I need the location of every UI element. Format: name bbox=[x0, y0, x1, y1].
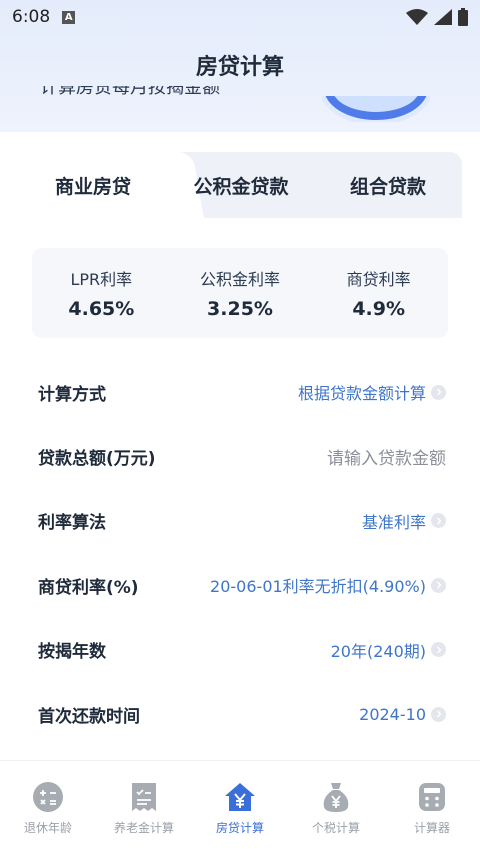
calculator-ops-icon bbox=[31, 781, 65, 813]
banner-illustration bbox=[322, 96, 430, 122]
chevron-right-icon bbox=[431, 384, 446, 400]
rate-lpr: LPR利率 4.65% bbox=[32, 248, 171, 338]
rate-method-value: 基准利率 bbox=[361, 512, 426, 532]
rate-label: 商贷利率 bbox=[346, 270, 411, 289]
nav-label: 养老金计算 bbox=[113, 821, 174, 835]
form-row-rate-method[interactable]: 利率算法 基准利率 bbox=[38, 489, 446, 553]
rates-panel: LPR利率 4.65% 公积金利率 3.25% 商贷利率 4.9% bbox=[32, 248, 448, 338]
form-row-commercial-rate[interactable]: 商贷利率(%) 20-06-01利率无折扣(4.90%) bbox=[38, 553, 446, 617]
tab-provident-fund-loan[interactable]: 公积金贷款 bbox=[168, 152, 314, 218]
page-title: 房贷计算 bbox=[195, 55, 284, 80]
rate-value: 3.25% bbox=[207, 298, 273, 320]
mortgage-years-value: 20年(240期) bbox=[330, 641, 426, 661]
calc-method-value: 根据贷款金额计算 bbox=[297, 384, 426, 404]
rate-value: 4.65% bbox=[68, 298, 135, 320]
house-yen-icon bbox=[223, 781, 257, 813]
signal-icon bbox=[434, 9, 452, 25]
form-row-mortgage-years[interactable]: 按揭年数 20年(240期) bbox=[38, 618, 446, 682]
rate-label: 公积金利率 bbox=[200, 270, 281, 289]
wifi-icon bbox=[406, 9, 428, 25]
tab-combined-loan[interactable]: 组合贷款 bbox=[314, 152, 462, 218]
rate-label: LPR利率 bbox=[70, 270, 133, 289]
form-label: 商贷利率(%) bbox=[38, 577, 139, 598]
form-row-loan-amount: 贷款总额(万元) 请输入贷款金额 bbox=[38, 424, 446, 488]
commercial-rate-value: 20-06-01利率无折扣(4.90%) bbox=[210, 577, 426, 597]
money-bag-icon bbox=[319, 781, 353, 813]
chevron-right-icon bbox=[431, 642, 446, 658]
nav-calculator[interactable]: 计算器 bbox=[384, 761, 480, 855]
loan-form: 计算方式 根据贷款金额计算 贷款总额(万元) 请输入贷款金额 利率算法 基准利率… bbox=[38, 360, 446, 746]
notification-a-icon: A bbox=[62, 10, 76, 24]
form-row-calc-method[interactable]: 计算方式 根据贷款金额计算 bbox=[38, 360, 446, 424]
rate-provident-fund: 公积金利率 3.25% bbox=[171, 248, 310, 338]
banner-text: 计算房贷每月按揭金额 bbox=[40, 86, 220, 98]
status-bar: 6:08 A bbox=[0, 0, 480, 34]
loan-type-tabs: 商业房贷 公积金贷款 组合贷款 bbox=[18, 152, 462, 218]
chevron-right-icon bbox=[431, 577, 446, 593]
tab-commercial-loan[interactable]: 商业房贷 bbox=[18, 152, 168, 218]
chevron-right-icon bbox=[431, 706, 446, 722]
nav-mortgage-calc[interactable]: 房贷计算 bbox=[192, 761, 288, 855]
calculator-icon bbox=[415, 781, 449, 813]
form-label: 按揭年数 bbox=[38, 642, 106, 663]
nav-income-tax-calc[interactable]: 个税计算 bbox=[288, 761, 384, 855]
nav-label: 计算器 bbox=[413, 821, 450, 835]
loan-amount-input[interactable]: 请输入贷款金额 bbox=[327, 444, 446, 469]
status-time: 6:08 bbox=[12, 7, 51, 27]
form-label: 首次还款时间 bbox=[38, 706, 140, 727]
form-row-first-payment[interactable]: 首次还款时间 2024-10 bbox=[38, 682, 446, 746]
nav-label: 个税计算 bbox=[311, 821, 360, 835]
form-label: 贷款总额(万元) bbox=[38, 449, 156, 470]
rate-value: 4.9% bbox=[352, 298, 406, 320]
battery-icon bbox=[458, 8, 468, 26]
nav-label: 退休年龄 bbox=[23, 821, 72, 835]
rate-commercial: 商贷利率 4.9% bbox=[309, 248, 448, 338]
nav-label: 房贷计算 bbox=[215, 821, 264, 835]
bottom-navigation: 退休年龄 养老金计算 房贷计算 个税计算 计算器 bbox=[0, 760, 480, 855]
chevron-right-icon bbox=[431, 513, 446, 529]
receipt-icon bbox=[127, 781, 161, 813]
form-label: 利率算法 bbox=[38, 513, 106, 534]
first-payment-value: 2024-10 bbox=[359, 704, 426, 724]
nav-retirement-age[interactable]: 退休年龄 bbox=[0, 761, 96, 855]
form-label: 计算方式 bbox=[38, 384, 106, 405]
nav-pension-calc[interactable]: 养老金计算 bbox=[96, 761, 192, 855]
